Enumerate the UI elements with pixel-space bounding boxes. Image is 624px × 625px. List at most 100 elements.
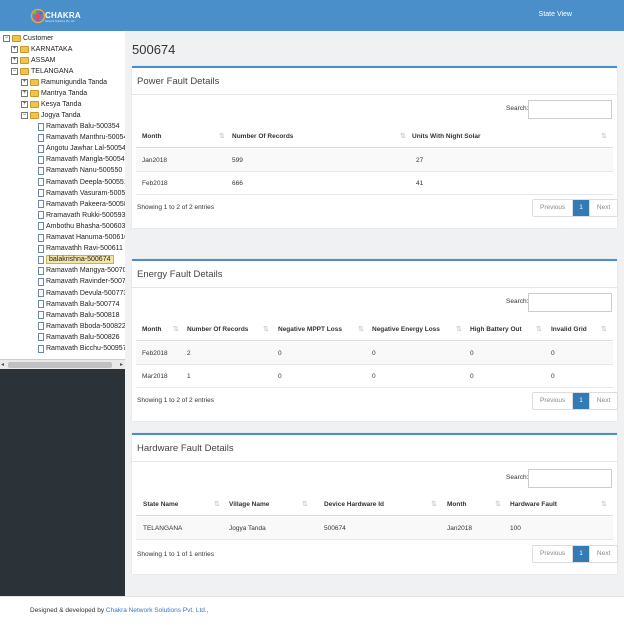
expand-icon[interactable]: + — [21, 90, 28, 97]
tree-node-customer-leaf[interactable]: Ramavath Manthru-500548 — [38, 132, 125, 143]
footer-company-link[interactable]: Chakra Network Solutions Pvt. Ltd., — [106, 607, 209, 614]
tree-node-customer-leaf[interactable]: Ramavath Bicchu-500957 — [38, 343, 125, 354]
tree-node-customer-leaf[interactable]: Ramavath Bboda-500822 — [38, 321, 125, 332]
chakra-logo[interactable]: CHAKRA Network Solutions Pvt. Ltd. — [30, 6, 90, 26]
collapse-icon[interactable]: − — [21, 112, 28, 119]
sort-icon[interactable]: ⇅ — [456, 325, 462, 333]
tree-horizontal-scrollbar[interactable]: ◂ ▸ — [0, 359, 125, 369]
sort-icon[interactable]: ⇅ — [400, 132, 406, 140]
tree-node-village[interactable]: + Ramunigundla Tanda — [21, 77, 107, 88]
tree-node-customer-leaf[interactable]: Ramavath Mangla-500547 — [38, 154, 125, 165]
document-icon — [38, 289, 44, 297]
table-cell: 1 — [187, 373, 191, 380]
column-header[interactable]: High Battery Out — [470, 326, 522, 333]
scrollbar-thumb[interactable] — [8, 362, 112, 368]
sort-icon[interactable]: ⇅ — [601, 325, 607, 333]
search-input[interactable] — [528, 469, 612, 488]
column-header[interactable]: Month — [142, 133, 162, 140]
sort-icon[interactable]: ⇅ — [302, 500, 308, 508]
scroll-right-icon[interactable]: ▸ — [120, 361, 123, 368]
sort-icon[interactable]: ⇅ — [263, 325, 269, 333]
table-cell: 0 — [372, 373, 376, 380]
table-cell: 27 — [416, 157, 424, 164]
column-header[interactable]: Month — [447, 501, 467, 508]
next-button[interactable]: Next — [590, 393, 617, 409]
previous-button[interactable]: Previous — [533, 393, 574, 409]
column-header[interactable]: Negative MPPT Loss — [278, 326, 342, 333]
folder-icon — [30, 79, 39, 86]
tree-node-village[interactable]: − Jogya Tanda — [21, 110, 81, 121]
column-header[interactable]: Village Name — [229, 501, 269, 508]
column-header[interactable]: State Name — [143, 501, 178, 508]
column-header[interactable]: Invalid Grid — [551, 326, 587, 333]
sort-icon[interactable]: ⇅ — [495, 500, 501, 508]
tree-node-customer[interactable]: − Customer — [3, 33, 53, 44]
page-1-button[interactable]: 1 — [573, 546, 590, 562]
sort-icon[interactable]: ⇅ — [601, 132, 607, 140]
tree-node-customer-leaf[interactable]: Ramavath Balu-500354 — [38, 121, 120, 132]
table-cell: Feb2018 — [142, 350, 168, 357]
page-1-button[interactable]: 1 — [573, 200, 590, 216]
tree-node-customer-leaf[interactable]: Ramavath Balu-500774 — [38, 299, 120, 310]
state-view-link[interactable]: State View — [539, 11, 572, 18]
tree-node-customer-leaf[interactable]: Ramavath Pakeera-500580 — [38, 199, 125, 210]
collapse-icon[interactable]: − — [3, 35, 10, 42]
tree-node-state[interactable]: + KARNATAKA — [11, 44, 72, 55]
tree-node-customer-leaf[interactable]: Ramavath Balu-500826 — [38, 332, 120, 343]
collapse-icon[interactable]: − — [11, 68, 18, 75]
tree-node-customer-leaf[interactable]: Ramavath Devula-500773 — [38, 288, 125, 299]
next-button[interactable]: Next — [590, 546, 617, 562]
page-1-button[interactable]: 1 — [573, 393, 590, 409]
search-input[interactable] — [528, 293, 612, 312]
tree-node-customer-leaf[interactable]: Ramavath Vasuram-500552 — [38, 188, 125, 199]
tree-node-customer-leaf[interactable]: Ramavath Mangya-500706 — [38, 265, 125, 276]
tree-node-village[interactable]: + Kesya Tanda — [21, 99, 81, 110]
column-header[interactable]: Negative Energy Loss — [372, 326, 440, 333]
tree-node-state[interactable]: + ASSAM — [11, 55, 56, 66]
column-header[interactable]: Hardware Fault — [510, 501, 557, 508]
tree-node-customer-leaf[interactable]: Ramavath Balu-500818 — [38, 310, 120, 321]
search-input[interactable] — [528, 100, 612, 119]
table-cell: 0 — [470, 350, 474, 357]
sort-icon[interactable]: ⇅ — [358, 325, 364, 333]
previous-button[interactable]: Previous — [533, 546, 574, 562]
table-cell: 0 — [372, 350, 376, 357]
expand-icon[interactable]: + — [11, 57, 18, 64]
tree-node-customer-leaf[interactable]: Angotu Jawhar Lal-500546 — [38, 143, 125, 154]
sort-icon[interactable]: ⇅ — [536, 325, 542, 333]
column-header[interactable]: Number Of Records — [232, 133, 293, 140]
expand-icon[interactable]: + — [11, 46, 18, 53]
document-icon — [38, 266, 44, 275]
column-header[interactable]: Units With Night Solar — [412, 133, 481, 140]
tree-node-customer-leaf[interactable]: Ramavath Ravinder-500773 — [38, 276, 125, 287]
tree-node-customer-leaf[interactable]: Ramavat Hanuma-500610 — [38, 232, 125, 243]
column-header[interactable]: Number Of Records — [187, 326, 248, 333]
tree-node-customer-leaf[interactable]: balakrishna-500674 — [38, 254, 114, 265]
column-header[interactable]: Month — [142, 326, 162, 333]
tree-node-label: Angotu Jawhar Lal-500546 — [46, 145, 125, 153]
tree-node-label: balakrishna-500674 — [46, 255, 114, 265]
top-navbar: CHAKRA Network Solutions Pvt. Ltd. State… — [0, 0, 624, 31]
sort-icon[interactable]: ⇅ — [431, 500, 437, 508]
tree-node-state[interactable]: − TELANGANA — [11, 66, 73, 77]
expand-icon[interactable]: + — [21, 101, 28, 108]
table-cell: 666 — [232, 180, 243, 187]
tree-node-village[interactable]: + Mantrya Tanda — [21, 88, 87, 99]
tree-node-customer-leaf[interactable]: Ramavath Nanu-500550 — [38, 165, 122, 176]
previous-button[interactable]: Previous — [533, 200, 574, 216]
sort-icon[interactable]: ⇅ — [214, 500, 220, 508]
tree-node-customer-leaf[interactable]: Ramavath Deepla-500551 — [38, 177, 125, 188]
tree-node-label: Ramavath Balu-500774 — [46, 300, 120, 308]
sort-icon[interactable]: ⇅ — [173, 325, 179, 333]
sort-icon[interactable]: ⇅ — [601, 500, 607, 508]
column-header[interactable]: Device Hardware Id — [324, 501, 384, 508]
expand-icon[interactable]: + — [21, 79, 28, 86]
tree-node-customer-leaf[interactable]: Ambothu Bhasha-500603 — [38, 221, 125, 232]
next-button[interactable]: Next — [590, 200, 617, 216]
tree-node-customer-leaf[interactable]: Ramavathh Ravi-500611 — [38, 243, 123, 254]
search-label: Search: — [506, 105, 529, 112]
tree-node-customer-leaf[interactable]: Rramavath Rukki-500593 — [38, 210, 125, 221]
scroll-left-icon[interactable]: ◂ — [1, 361, 4, 368]
tree-node-label: Ramavath Deepla-500551 — [46, 178, 125, 186]
sort-icon[interactable]: ⇅ — [219, 132, 225, 140]
